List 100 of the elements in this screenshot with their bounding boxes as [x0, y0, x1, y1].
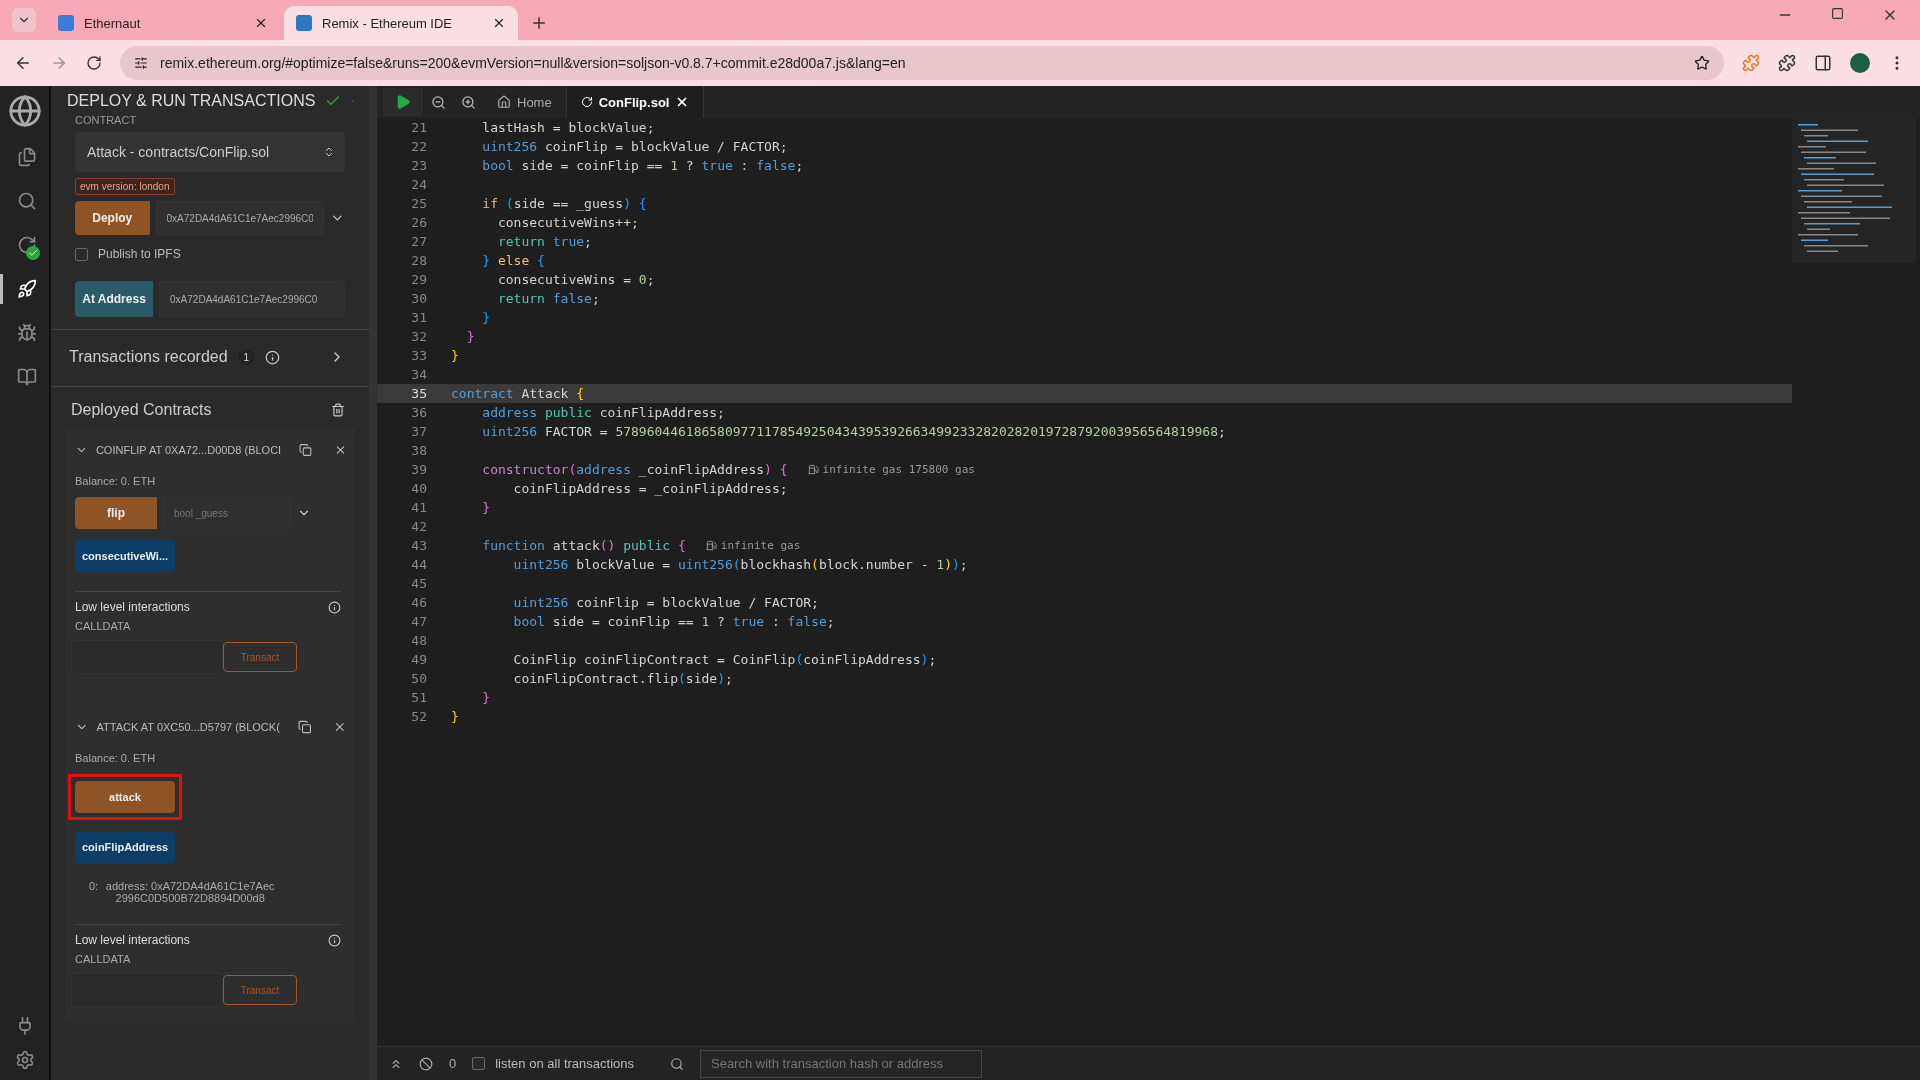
line-number: 39: [410, 462, 427, 477]
back-icon[interactable]: [14, 54, 32, 72]
address-input[interactable]: 0xA72DA4dA61C1e7Aec2996C0: [159, 281, 345, 317]
deploy-button[interactable]: Deploy: [75, 201, 150, 235]
url-text: remix.ethereum.org/#optimize=false&runs=200&evmVersion=null&version=soljson-v0.8.7+commit.e28d00a7.js&lang=en: [160, 55, 907, 71]
close-icon[interactable]: [333, 720, 347, 734]
function-button[interactable]: attack: [75, 781, 175, 813]
code-line: }: [481, 310, 491, 325]
new-tab-icon[interactable]: [530, 14, 548, 32]
run-button[interactable]: [383, 88, 423, 116]
fuel-icon: [705, 540, 717, 551]
editor-tab[interactable]: ConFlip.sol: [566, 86, 705, 118]
calldata-label: CALLDATA: [74, 953, 132, 965]
line-number: 38: [410, 443, 427, 458]
contract-instance-title: ATTACK AT 0XC50...D5797 (BLOCK(: [96, 721, 280, 733]
favicon-icon: [58, 15, 74, 31]
editor-tab[interactable]: Home: [483, 86, 567, 118]
function-button[interactable]: consecutiveWi...: [75, 540, 175, 572]
maximize-icon[interactable]: [1831, 7, 1844, 20]
line-number: 36: [410, 405, 427, 420]
info-icon[interactable]: [328, 600, 341, 614]
profile-avatar[interactable]: [1850, 53, 1870, 73]
search-icon: [670, 1056, 684, 1071]
publish-label: Publish to IPFS: [98, 247, 181, 261]
code-line: }: [451, 709, 459, 724]
publish-checkbox[interactable]: [75, 247, 88, 261]
code-line: uint256 coinFlip = blockValue / FACTOR;: [512, 595, 819, 610]
code-line: coinFlipContract.flip(side);: [512, 671, 733, 686]
reload-icon[interactable]: [86, 55, 102, 71]
transaction-search-field[interactable]: Search with transaction hash or address: [700, 1049, 982, 1078]
code-line: CoinFlip coinFlipContract = CoinFlip(coinFlipAddress);: [512, 652, 937, 667]
clear-icon[interactable]: [419, 1056, 433, 1071]
code-line: coinFlipAddress = _coinFlipAddress;: [512, 481, 788, 496]
panel-title: DEPLOY & RUN TRANSACTIONS: [67, 92, 316, 110]
line-number: 43: [410, 538, 427, 553]
function-button[interactable]: flip: [75, 497, 157, 529]
line-number: 49: [410, 652, 427, 667]
balance-text: Balance: 0. ETH: [74, 475, 157, 487]
line-number: 32: [410, 329, 427, 344]
code-line: function attack() public {: [481, 538, 686, 553]
info-icon[interactable]: [265, 349, 281, 365]
calldata-input[interactable]: [71, 973, 223, 1007]
line-number: 45: [410, 576, 427, 591]
line-number: 50: [410, 671, 427, 686]
line-number: 46: [410, 595, 427, 610]
close-icon[interactable]: [492, 16, 506, 30]
trash-icon[interactable]: [331, 403, 345, 417]
browser-tab[interactable]: Remix - Ethereum IDE: [284, 6, 518, 40]
site-info-icon[interactable]: [134, 56, 148, 70]
close-icon[interactable]: [254, 16, 268, 30]
code-line: bool side = coinFlip == 1 ? true : false;: [512, 614, 835, 629]
line-number: 37: [410, 424, 427, 439]
code-line: constructor(address _coinFlipAddress) {: [481, 462, 788, 477]
line-number: 28: [410, 253, 427, 268]
line-number: 35: [410, 386, 427, 401]
extensions-icon[interactable]: [1778, 54, 1796, 72]
files-icon: [16, 147, 37, 167]
zoom-in-icon[interactable]: [460, 94, 476, 110]
calldata-input[interactable]: [71, 640, 223, 674]
minimap-drawing[interactable]: [1792, 118, 1916, 263]
browser-tab[interactable]: Ethernaut: [46, 6, 280, 40]
line-number: 30: [410, 291, 427, 306]
contract-select[interactable]: Attack - contracts/ConFlip.sol: [75, 132, 345, 172]
line-number: 52: [410, 709, 427, 724]
address-bar[interactable]: remix.ethereum.org/#optimize=false&runs=200&evmVersion=null&version=soljson-v0.8.7+commit.e28d00a7.js&lang=en: [120, 46, 1724, 80]
bookmark-icon[interactable]: [1694, 55, 1710, 71]
deployed-contracts-title: Deployed Contracts: [71, 401, 212, 419]
copy-icon[interactable]: [299, 443, 313, 457]
argument-input[interactable]: bool _guess: [163, 497, 291, 529]
line-number: 26: [410, 215, 427, 230]
line-number: 23: [410, 158, 427, 173]
favicon-icon: [296, 15, 312, 31]
line-number: 34: [410, 367, 427, 382]
sort-arrows-icon: [323, 146, 335, 158]
copy-icon[interactable]: [297, 720, 312, 734]
check-badge-icon: [26, 246, 40, 260]
line-number: 29: [410, 272, 427, 287]
deploy-icon: [16, 279, 37, 299]
transaction-count: 1: [237, 349, 256, 365]
code-line: lastHash = blockValue;: [481, 120, 655, 135]
line-number: 51: [410, 690, 427, 705]
zoom-out-icon[interactable]: [430, 94, 446, 110]
function-button[interactable]: coinFlipAddress: [75, 831, 175, 863]
listen-label: listen on all transactions: [495, 1056, 634, 1071]
low-level-title: Low level interactions: [75, 600, 190, 614]
info-icon[interactable]: [328, 933, 341, 947]
tab-label: ConFlip.sol: [598, 94, 670, 110]
tab-title: Remix - Ethereum IDE: [322, 15, 454, 31]
at-address-button[interactable]: At Address: [75, 281, 154, 317]
tab-list-button[interactable]: [12, 8, 36, 32]
low-level-title: Low level interactions: [75, 933, 190, 947]
tab-label: Home: [517, 94, 552, 110]
code-line: consecutiveWins = 0;: [496, 272, 655, 287]
listen-checkbox[interactable]: [472, 1057, 486, 1070]
code-line: return true;: [496, 234, 592, 249]
side-panel-icon[interactable]: [1814, 54, 1832, 72]
code-line: return false;: [496, 291, 600, 306]
constructor-input[interactable]: 0xA72DA4dA61C1e7Aec2996C0: [155, 201, 325, 235]
line-number: 25: [410, 196, 427, 211]
settings-icon[interactable]: [14, 1050, 35, 1070]
